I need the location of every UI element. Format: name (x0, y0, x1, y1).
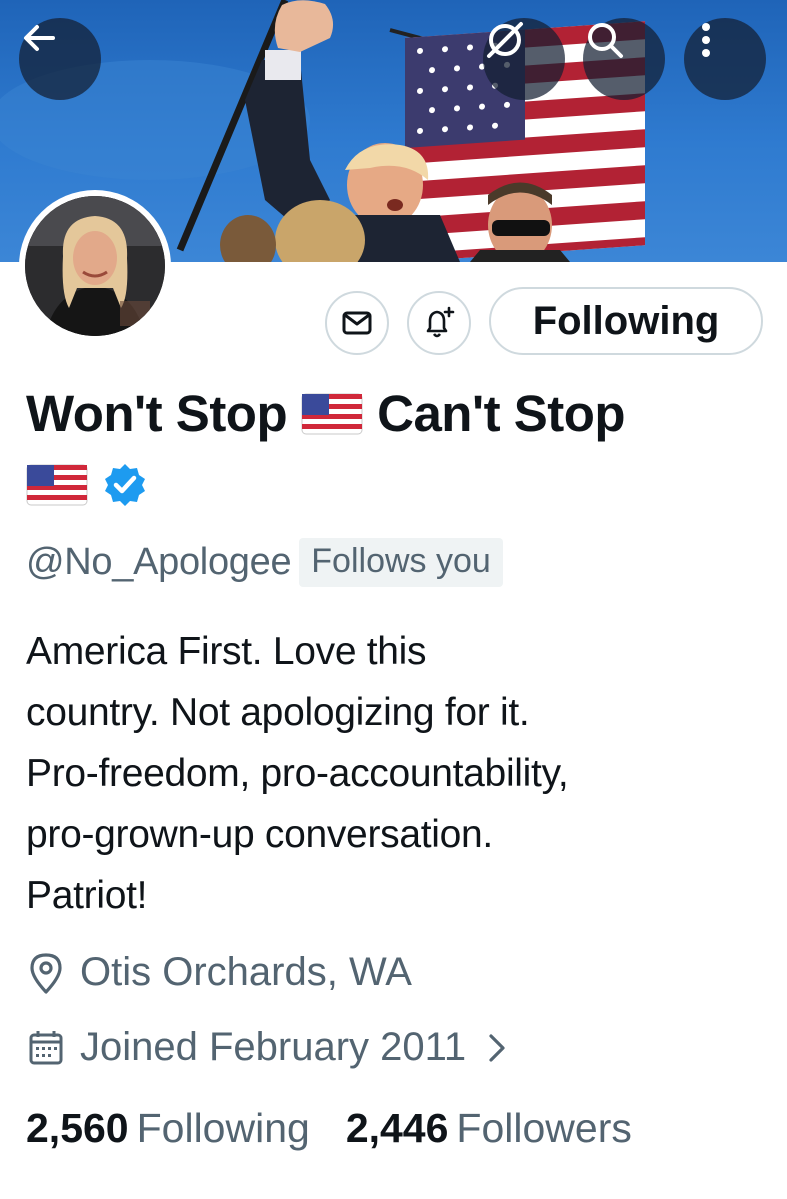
bio: America First. Love this country. Not ap… (26, 621, 766, 926)
grok-button[interactable] (483, 18, 565, 100)
verified-badge-icon[interactable] (102, 462, 148, 508)
handle-row: @No_Apologee Follows you (26, 538, 503, 587)
more-button[interactable] (684, 18, 766, 100)
bio-line: Patriot! (26, 874, 148, 917)
followers-count: 2,446 (345, 1105, 449, 1151)
follows-you-badge: Follows you (299, 538, 503, 587)
back-arrow-icon (24, 25, 55, 51)
followers-stat[interactable]: 2,446 Followers (346, 1105, 632, 1152)
more-vertical-icon (702, 23, 710, 57)
location-row: Otis Orchards, WA (26, 950, 412, 995)
display-name-part1: Won't Stop (26, 385, 288, 442)
follow-stats: 2,560 Following 2,446 Followers (26, 1105, 632, 1152)
mail-icon (342, 311, 372, 335)
location-text: Otis Orchards, WA (80, 950, 412, 994)
avatar-image (25, 196, 165, 336)
chevron-right-icon (489, 1033, 505, 1062)
message-button[interactable] (325, 291, 389, 355)
display-name-part2: Can't Stop (377, 385, 626, 442)
display-name-badges (26, 462, 148, 508)
grok-icon (487, 22, 523, 58)
bio-line: America First. Love this (26, 630, 427, 673)
calendar-icon (29, 1030, 63, 1064)
following-count: 2,560 (26, 1105, 129, 1151)
us-flag-emoji-icon (26, 464, 88, 506)
avatar[interactable] (19, 190, 171, 342)
followers-label: Followers (456, 1105, 632, 1151)
bio-line: pro-grown-up conversation. (26, 813, 493, 856)
user-handle: @No_Apologee (26, 541, 292, 583)
search-button[interactable] (583, 18, 665, 100)
bell-plus-icon (426, 306, 455, 338)
profile-page: Following Won't Stop Can't Stop @No_Apol… (0, 0, 787, 1199)
bio-line: Pro-freedom, pro-accountability, (26, 752, 569, 795)
following-stat[interactable]: 2,560 Following (26, 1105, 310, 1152)
back-button[interactable] (19, 18, 101, 100)
location-pin-icon (30, 952, 62, 994)
bio-line: country. Not apologizing for it. (26, 691, 530, 734)
display-name: Won't Stop Can't Stop (26, 384, 626, 443)
following-label: Following (136, 1105, 310, 1151)
notifications-button[interactable] (407, 291, 471, 355)
joined-text: Joined February 2011 (80, 1025, 467, 1069)
search-icon (588, 23, 623, 58)
following-button[interactable]: Following (489, 287, 763, 355)
us-flag-emoji-icon (301, 393, 363, 434)
joined-row[interactable]: Joined February 2011 (26, 1025, 512, 1070)
